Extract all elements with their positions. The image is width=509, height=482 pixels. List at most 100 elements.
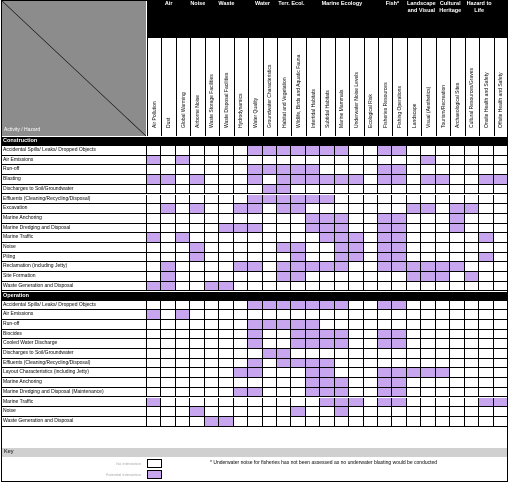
interaction-cell-none — [320, 184, 335, 195]
interaction-cell-none — [161, 252, 176, 263]
interaction-cell-none — [479, 310, 494, 320]
interaction-cell-none — [378, 155, 393, 166]
interaction-cell-none — [190, 223, 205, 234]
interaction-cell-none — [406, 223, 422, 234]
interaction-cell-potential — [291, 339, 306, 349]
interaction-cell-none — [479, 281, 494, 292]
interaction-cell-none — [421, 329, 436, 340]
column-header-label: Water Quality — [252, 97, 259, 128]
interaction-cell-none — [334, 349, 350, 359]
interaction-cell-potential — [276, 319, 292, 330]
interaction-cell-potential — [378, 175, 393, 185]
interaction-cell-none — [450, 378, 465, 388]
interaction-cell-none — [262, 407, 277, 417]
interaction-cell-none — [233, 416, 249, 427]
interaction-cell-none — [334, 281, 350, 292]
interaction-cell-none — [435, 184, 451, 195]
interaction-cell-potential — [392, 233, 407, 243]
matrix-row: Air Emissions — [1, 155, 508, 166]
matrix-row: Waste Generation and Disposal — [1, 416, 508, 427]
activity-label: Effluents (Cleaning/Recycling/Disposal) — [1, 358, 147, 369]
interaction-cell-none — [464, 262, 480, 273]
interaction-cell-none — [392, 281, 407, 292]
matrix-row: Blasting — [1, 175, 508, 185]
interaction-cell-none — [378, 204, 393, 214]
interaction-cell-none — [147, 213, 162, 224]
interaction-cell-none — [291, 184, 306, 195]
key-potential-interaction-label: Potential Interaction — [105, 472, 141, 477]
interaction-cell-none — [464, 397, 480, 408]
interaction-cell-none — [175, 358, 191, 369]
column-header-label: Wildlife, Birds and Aquatic Fauna — [296, 54, 303, 128]
interaction-cell-none — [161, 358, 176, 369]
interaction-cell-none — [204, 329, 220, 340]
interaction-cell-potential — [190, 204, 205, 214]
interaction-cell-none — [479, 368, 494, 379]
matrix-row: Piling — [1, 252, 508, 263]
interaction-cell-none — [190, 146, 205, 156]
interaction-cell-none — [450, 272, 465, 282]
interaction-cell-none — [363, 175, 379, 185]
interaction-cell-none — [421, 300, 436, 311]
interaction-cell-potential — [406, 272, 422, 282]
interaction-cell-none — [392, 155, 407, 166]
interaction-cell-none — [406, 184, 422, 195]
interaction-cell-none — [320, 319, 335, 330]
interaction-cell-none — [406, 194, 422, 205]
interaction-cell-none — [248, 243, 263, 253]
interaction-cell-none — [262, 329, 277, 340]
activity-label: Reclamation (including Jetty) — [1, 262, 147, 273]
interaction-cell-none — [233, 319, 249, 330]
interaction-cell-potential — [147, 155, 162, 166]
interaction-cell-none — [406, 252, 422, 263]
column-header-label: Groundwater Characteristics — [267, 64, 274, 128]
interaction-cell-none — [450, 281, 465, 292]
interaction-cell-none — [450, 300, 465, 311]
interaction-cell-none — [147, 252, 162, 263]
interaction-cell-potential — [291, 319, 306, 330]
column-header-label: Waste Disposal Facilities — [223, 72, 230, 128]
interaction-cell-none — [479, 272, 494, 282]
interaction-cell-potential — [334, 329, 350, 340]
interaction-cell-potential — [233, 204, 249, 214]
interaction-cell-potential — [190, 243, 205, 253]
interaction-cell-none — [190, 397, 205, 408]
interaction-cell-none — [406, 339, 422, 349]
interaction-cell-none — [334, 165, 350, 176]
interaction-cell-none — [435, 329, 451, 340]
interaction-cell-potential — [493, 175, 508, 185]
interaction-cell-none — [435, 300, 451, 311]
interaction-cell-none — [276, 213, 292, 224]
interaction-cell-none — [190, 184, 205, 195]
interaction-cell-potential — [248, 339, 263, 349]
column-header: Landscape — [406, 38, 421, 136]
interaction-cell-none — [305, 397, 321, 408]
interaction-cell-none — [262, 339, 277, 349]
interaction-cell-potential — [291, 252, 306, 263]
interaction-cell-none — [479, 184, 494, 195]
interaction-cell-potential — [378, 262, 393, 273]
interaction-cell-potential — [276, 358, 292, 369]
column-header: Habitat and Vegetation — [276, 38, 291, 136]
interaction-cell-none — [147, 184, 162, 195]
column-header: Visual (Aesthetics) — [421, 38, 435, 136]
interaction-cell-none — [392, 349, 407, 359]
interaction-cell-none — [450, 329, 465, 340]
matrix-row: Marine Traffic — [1, 233, 508, 243]
interaction-cell-none — [219, 272, 234, 282]
section-header: Construction — [1, 137, 508, 146]
interaction-cell-potential — [190, 175, 205, 185]
interaction-cell-none — [161, 155, 176, 166]
matrix-row: Effluents (Cleaning/Recycling/Disposal) — [1, 358, 508, 369]
interaction-cell-potential — [161, 272, 176, 282]
interaction-cell-none — [190, 194, 205, 205]
interaction-cell-none — [175, 146, 191, 156]
interaction-cell-none — [248, 310, 263, 320]
interaction-cell-none — [147, 223, 162, 234]
interaction-cell-none — [276, 281, 292, 292]
interaction-cell-potential — [349, 233, 364, 243]
matrix-row: Marine Anchoring — [1, 378, 508, 388]
interaction-cell-none — [204, 194, 220, 205]
interaction-cell-none — [349, 387, 364, 398]
interaction-cell-potential — [248, 194, 263, 205]
